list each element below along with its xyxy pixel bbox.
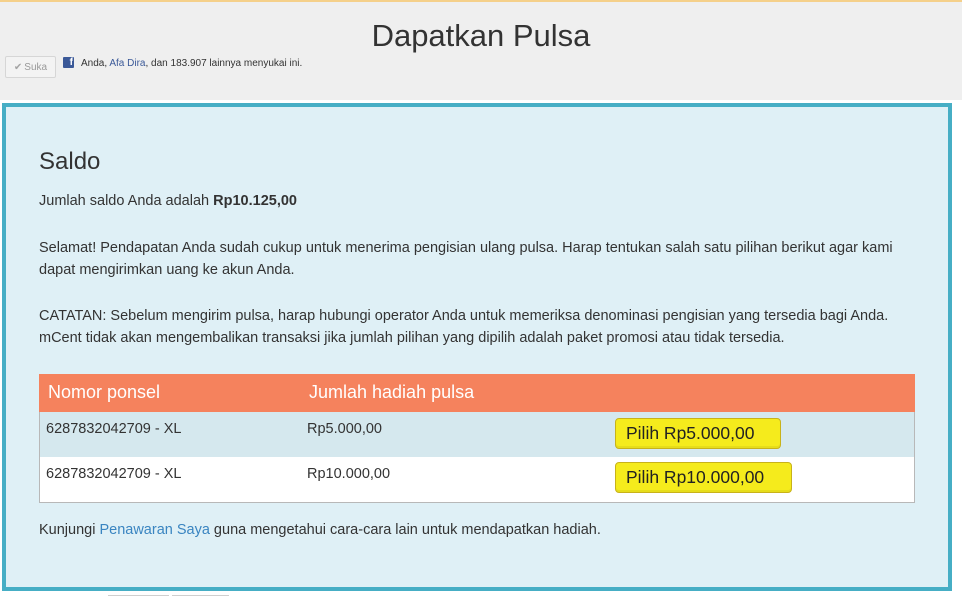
- like-button[interactable]: ✔ Suka: [5, 56, 56, 78]
- amount-cell: Rp5.000,00: [307, 421, 382, 437]
- topup-table: Nomor ponsel Jumlah hadiah pulsa 6287832…: [39, 374, 915, 503]
- pick-5000-button[interactable]: Pilih Rp5.000,00: [615, 418, 781, 449]
- like-text-prefix: Anda,: [81, 58, 110, 69]
- bottom-tab: [108, 595, 169, 599]
- bottom-tab: [172, 595, 229, 599]
- page-title: Dapatkan Pulsa: [371, 18, 591, 53]
- note-text: CATATAN: Sebelum mengirim pulsa, harap h…: [39, 308, 889, 346]
- checkmark-icon: ✔: [13, 61, 23, 73]
- like-social-text: Anda, Afa Dira, dan 183.907 lainnya meny…: [81, 57, 313, 70]
- friend-link[interactable]: Afa Dira: [109, 58, 145, 69]
- section-heading: Saldo: [39, 148, 101, 175]
- pick-10000-button[interactable]: Pilih Rp10.000,00: [615, 462, 792, 493]
- visit-suffix: guna mengetahui cara-cara lain untuk men…: [209, 522, 601, 538]
- column-header-phone: Nomor ponsel: [48, 382, 161, 402]
- visit-text: Kunjungi Penawaran Saya guna mengetahui …: [39, 519, 601, 541]
- amount-cell: Rp10.000,00: [307, 466, 391, 482]
- balance-label: Jumlah saldo Anda adalah: [39, 193, 214, 209]
- phone-cell: 6287832042709 - XL: [46, 421, 182, 437]
- like-text-suffix: , dan 183.907 lainnya menyukai ini.: [145, 58, 303, 69]
- facebook-icon: f: [63, 57, 74, 68]
- congrats-text: Selamat! Pendapatan Anda sudah cukup unt…: [39, 240, 893, 278]
- balance-amount: Rp10.125,00: [213, 193, 297, 209]
- top-bar: Dapatkan Pulsa ✔ Suka f Anda, Afa Dira, …: [0, 0, 962, 100]
- visit-prefix: Kunjungi: [39, 522, 100, 538]
- like-button-label: Suka: [24, 61, 48, 73]
- table-row: 6287832042709 - XL Rp5.000,00 Pilih Rp5.…: [40, 412, 914, 457]
- column-header-amount: Jumlah hadiah pulsa: [309, 382, 475, 402]
- my-offers-link[interactable]: Penawaran Saya: [99, 522, 209, 538]
- table-row: 6287832042709 - XL Rp10.000,00 Pilih Rp1…: [40, 457, 914, 502]
- table-header: Nomor ponsel Jumlah hadiah pulsa: [39, 374, 915, 412]
- balance-text: Jumlah saldo Anda adalah Rp10.125,00: [39, 190, 297, 212]
- phone-cell: 6287832042709 - XL: [46, 466, 182, 482]
